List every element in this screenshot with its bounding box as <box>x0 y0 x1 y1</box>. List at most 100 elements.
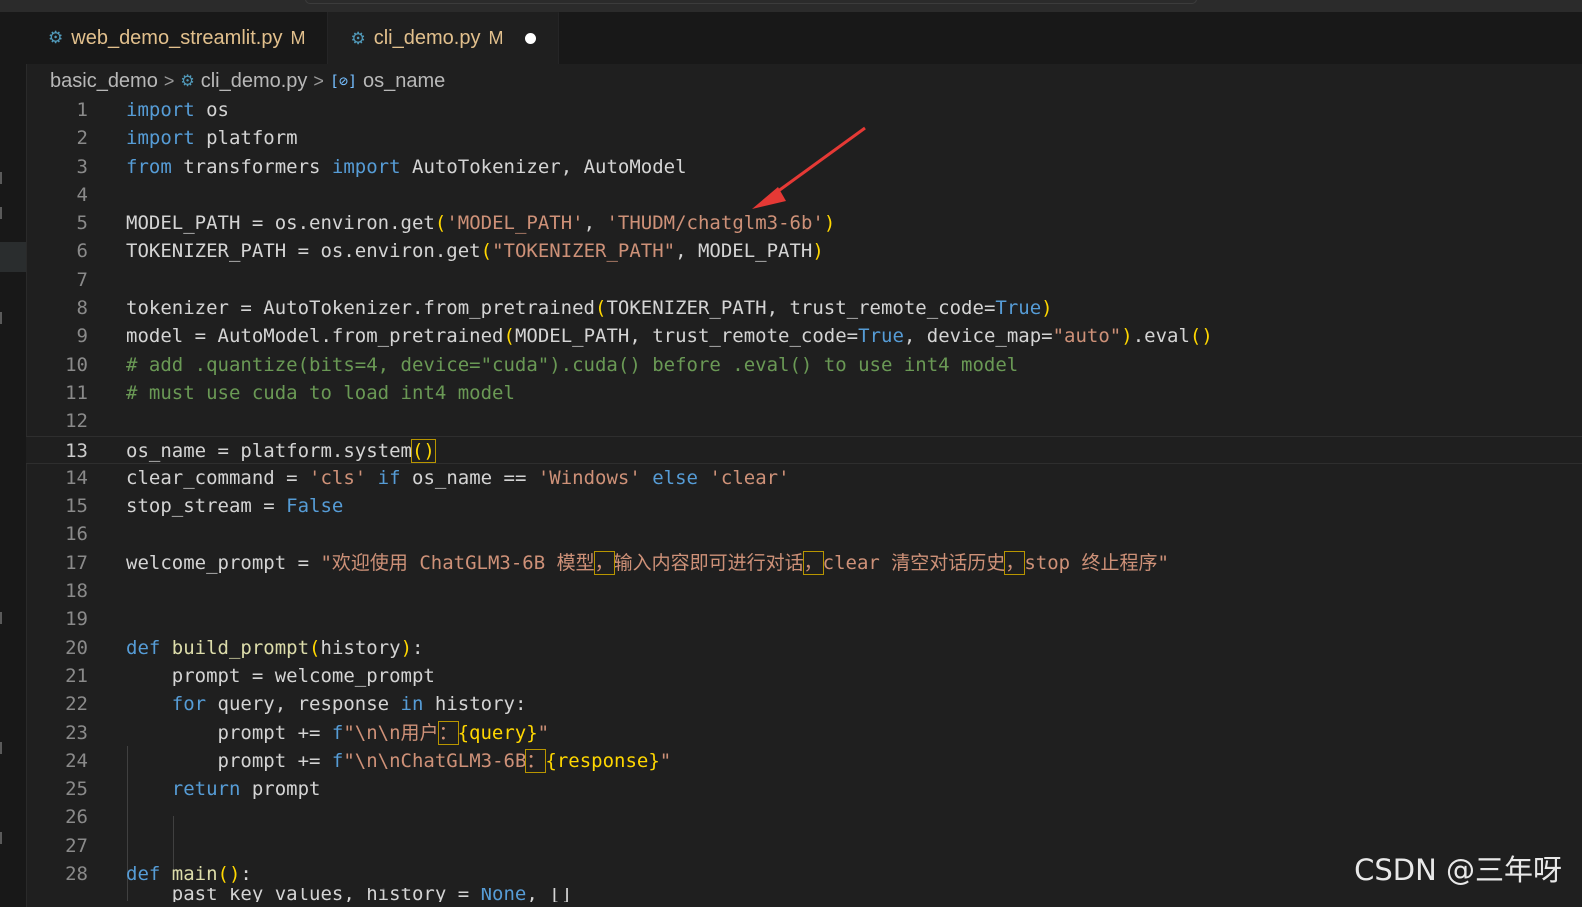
token: tokenizer = AutoTokenizer.from_pretraine… <box>126 297 595 320</box>
token: TOKENIZER_PATH, trust_remote_code= <box>606 297 996 320</box>
token: import <box>126 127 195 150</box>
token: 'MODEL_PATH' <box>446 212 584 235</box>
token: .eval <box>1132 325 1190 348</box>
token: AutoTokenizer, AutoModel <box>400 155 687 178</box>
activity-marker <box>0 742 2 754</box>
modified-badge: M <box>488 28 504 48</box>
line-number: 5 <box>76 212 88 235</box>
line-number: 28 <box>65 863 88 886</box>
token: 'cls' <box>309 466 367 489</box>
token: "\n\n用户 <box>343 721 439 744</box>
token: build_prompt <box>171 636 310 659</box>
unsaved-dot-icon[interactable] <box>525 33 537 44</box>
breadcrumb-file[interactable]: cli_demo.py <box>201 70 308 93</box>
token: TOKENIZER_PATH = os.environ.get <box>126 240 481 263</box>
token: : <box>412 636 424 659</box>
line-number: 9 <box>76 325 88 348</box>
fullwidth-colon: ： <box>437 720 459 745</box>
activity-active-item[interactable] <box>0 242 26 272</box>
line-number: 11 <box>65 381 88 404</box>
activity-marker <box>0 612 2 624</box>
command-center[interactable] <box>305 0 1197 4</box>
line-number: 1 <box>76 99 88 121</box>
token: def <box>126 863 172 886</box>
token: welcome_prompt = <box>126 551 321 574</box>
comment: # must use cuda to load int4 model <box>126 381 515 404</box>
code-line: 22 for query, response in history: <box>26 690 1582 718</box>
line-number: 8 <box>76 297 88 320</box>
code-line: 15 stop_stream = False <box>26 492 1582 520</box>
line-number: 24 <box>65 749 88 772</box>
tab-web-demo-streamlit[interactable]: ⚙ web_demo_streamlit.py M <box>26 12 329 64</box>
token: True <box>995 297 1042 320</box>
line-number: 16 <box>65 523 88 546</box>
line-number: 6 <box>76 240 88 263</box>
token: {query} <box>457 721 538 744</box>
code-line: 18 <box>26 577 1582 605</box>
code-line: 9 model = AutoModel.from_pretrained(MODEL… <box>26 322 1582 350</box>
token: f <box>331 721 344 744</box>
tab-label: web_demo_streamlit.py <box>71 26 283 49</box>
line-number: 22 <box>65 693 88 716</box>
modified-badge: M <box>290 27 306 48</box>
variable-icon: [⊘] <box>329 72 358 90</box>
breadcrumb-folder[interactable]: basic_demo <box>50 70 158 93</box>
code-line: 19 <box>26 605 1582 633</box>
token: clear 清空对话历史 <box>822 551 1006 574</box>
python-file-icon: ⚙ <box>180 73 195 90</box>
line-number: 12 <box>65 410 88 433</box>
token: os_name == <box>412 466 538 489</box>
token: prompt <box>240 778 321 801</box>
title-bar <box>0 0 1582 12</box>
token: prompt += <box>126 721 332 744</box>
breadcrumb-symbol[interactable]: os_name <box>363 70 445 93</box>
code-line: 24 prompt += f"\n\nChatGLM3-6B：{response… <box>26 747 1582 775</box>
code-line: 27 <box>26 832 1582 860</box>
activity-marker <box>0 207 2 219</box>
code-line: 25 return prompt <box>26 775 1582 803</box>
token: past_key_values, history = <box>126 888 481 903</box>
token: MODEL_PATH = os.environ.get <box>126 212 435 235</box>
activity-bar <box>0 12 27 907</box>
code-line: 12 <box>26 407 1582 435</box>
token: history: <box>423 693 527 716</box>
token: " <box>537 721 550 744</box>
fullwidth-colon: ： <box>525 748 547 773</box>
code-line: 26 <box>26 803 1582 831</box>
annotation-arrow-icon <box>752 126 866 209</box>
token: , device_map= <box>903 325 1053 348</box>
token: , MODEL_PATH <box>675 240 813 263</box>
chevron-right-icon: > <box>163 70 175 91</box>
token: " <box>659 749 672 772</box>
tab-cli-demo[interactable]: ⚙ cli_demo.py M <box>328 12 560 64</box>
line-number: 7 <box>76 268 88 291</box>
fullwidth-comma: ， <box>802 550 824 575</box>
token: 'clear' <box>709 466 790 489</box>
token: "TOKENIZER_PATH" <box>492 240 676 263</box>
line-number: 26 <box>65 806 88 829</box>
activity-marker <box>0 312 2 324</box>
line-number: 14 <box>65 466 88 489</box>
token: stop 终止程序" <box>1024 551 1169 574</box>
code-line: 7 <box>26 266 1582 294</box>
python-file-icon: ⚙ <box>48 28 64 47</box>
line-number: 21 <box>65 664 88 687</box>
token: else <box>640 466 710 489</box>
token: False <box>286 495 344 518</box>
code-line: 8 tokenizer = AutoTokenizer.from_pretrain… <box>26 294 1582 322</box>
token: import <box>331 155 401 178</box>
token: 'Windows' <box>537 466 641 489</box>
token: import <box>126 99 195 121</box>
line-number: 17 <box>65 551 88 574</box>
line-number: 10 <box>65 353 88 376</box>
code-line: 17 welcome_prompt = "欢迎使用 ChatGLM3-6B 模型，… <box>26 549 1582 577</box>
code-line: 14 clear_command = 'cls' if os_name == 'W… <box>26 464 1582 492</box>
watermark: CSDN @三年呀 <box>1354 853 1562 887</box>
code-line: 28 def main(): <box>26 860 1582 888</box>
token: from <box>126 155 172 178</box>
line-number: 19 <box>65 608 88 631</box>
token: in <box>400 693 424 716</box>
current-line: 13 os_name = platform.system() <box>26 435 1582 464</box>
breadcrumb: basic_demo > ⚙ cli_demo.py > [⊘] os_name <box>50 64 445 98</box>
code-line-partial: past_key_values, history = None, [] <box>26 888 1582 902</box>
